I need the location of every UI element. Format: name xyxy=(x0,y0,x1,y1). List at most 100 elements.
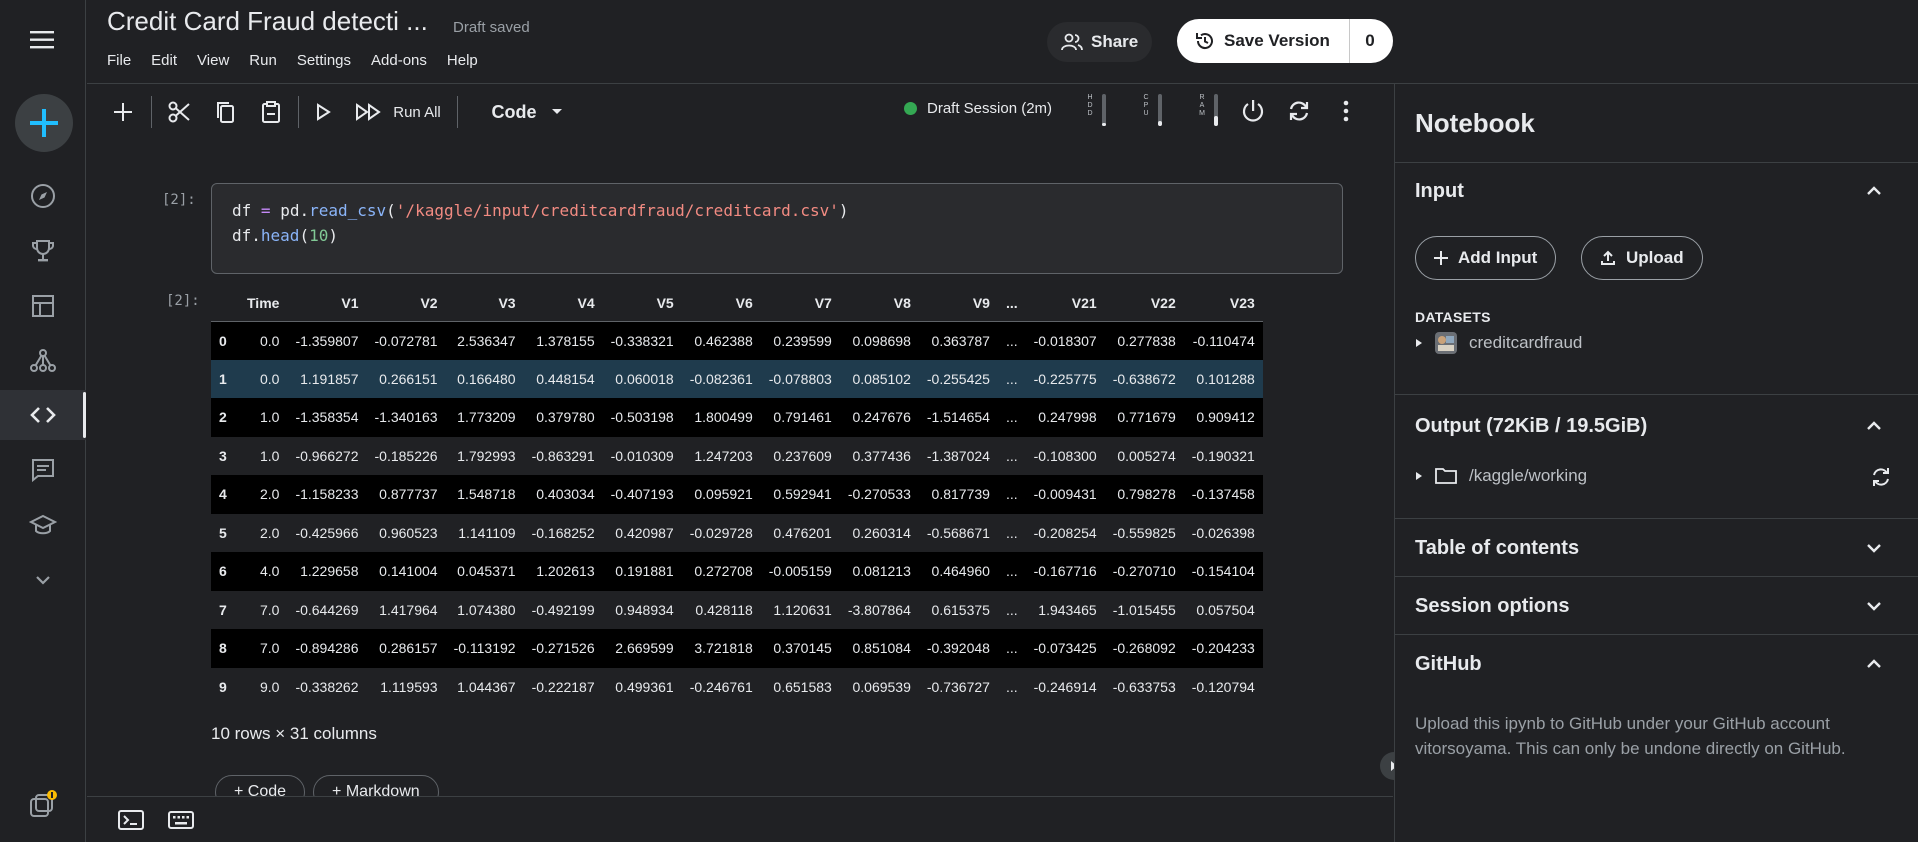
add-cell-icon[interactable] xyxy=(99,92,147,132)
menu-edit[interactable]: Edit xyxy=(151,52,177,69)
table-row[interactable]: 8 7.0 -0.894286 0.286157 -0.113192 -0.271526 2… xyxy=(211,629,1263,668)
notebook-title[interactable]: Credit Card Fraud detecti ... xyxy=(107,6,428,37)
chevron-up-icon[interactable] xyxy=(1865,185,1883,197)
cpu-gauge[interactable]: CPU xyxy=(1142,94,1168,126)
dataframe-output[interactable]: Time V1 V2 V3 V4 V5 V6 V7 V8 V9... V21 V22 V23 0 0.0-… xyxy=(211,285,1343,703)
output-heading[interactable]: Output (72KiB / 19.5GiB) xyxy=(1415,415,1647,438)
table-cell: ... xyxy=(997,359,1026,398)
table-cell: -0.503198 xyxy=(602,398,682,437)
table-index-header xyxy=(211,285,239,322)
code-cell[interactable]: df = pd.read_csv('/kaggle/input/creditca… xyxy=(211,183,1343,274)
table-cell: 0.239599 xyxy=(760,321,840,360)
table-cell: 1.792993 xyxy=(445,436,524,475)
table-row[interactable]: 0 0.0 -1.359807 -0.072781 2.536347 1.378155 -0… xyxy=(211,321,1263,360)
chevron-up-icon[interactable] xyxy=(1865,420,1883,432)
trophy-icon[interactable] xyxy=(0,226,86,276)
table-row[interactable]: 1 0.0 1.191857 0.266151 0.166480 0.448154 0.06… xyxy=(211,359,1263,398)
table-row-index: 9 xyxy=(211,667,239,703)
hamburger-menu-icon[interactable] xyxy=(0,15,86,65)
table-cell: -0.338262 xyxy=(287,667,367,703)
cell-type-dropdown[interactable]: Code xyxy=(472,92,582,132)
hdd-gauge[interactable]: HDD xyxy=(1086,94,1112,126)
toc-section[interactable]: Table of contents xyxy=(1395,518,1918,576)
table-cell: -0.190321 xyxy=(1183,436,1263,475)
learn-icon[interactable] xyxy=(0,500,86,550)
run-all-label: Run All xyxy=(393,103,441,121)
notifications-icon[interactable] xyxy=(0,780,86,830)
table-row-index: 6 xyxy=(211,552,239,591)
menu-view[interactable]: View xyxy=(197,52,229,69)
refresh-icon[interactable] xyxy=(1871,467,1891,487)
table-row[interactable]: 2 1.0 -1.358354 -1.340163 1.773209 0.379780 -0… xyxy=(211,398,1263,437)
output-folder-item[interactable]: /kaggle/working xyxy=(1415,466,1587,486)
table-cell: -0.204233 xyxy=(1183,629,1263,668)
dataset-item[interactable]: creditcardfraud xyxy=(1415,332,1582,354)
menu-addons[interactable]: Add-ons xyxy=(371,52,427,69)
panel-title: Notebook xyxy=(1415,108,1535,138)
input-heading[interactable]: Input xyxy=(1415,180,1464,203)
ram-gauge[interactable]: RAM xyxy=(1198,94,1224,126)
power-icon[interactable] xyxy=(1240,98,1266,124)
paste-icon[interactable] xyxy=(248,92,294,132)
add-markdown-cell-button[interactable]: + Markdown xyxy=(313,775,439,796)
table-row-index: 3 xyxy=(211,436,239,475)
table-cell: -0.407193 xyxy=(602,475,682,514)
save-version-button[interactable]: Save Version 0 xyxy=(1177,19,1393,63)
table-cell: 0.448154 xyxy=(523,359,603,398)
upload-button[interactable]: Upload xyxy=(1581,236,1703,280)
share-label: Share xyxy=(1091,32,1139,51)
cut-icon[interactable] xyxy=(156,92,202,132)
table-column-header: V5 xyxy=(602,285,682,322)
code-icon[interactable] xyxy=(0,390,86,440)
discussion-icon[interactable] xyxy=(0,445,86,495)
models-icon[interactable] xyxy=(0,336,86,386)
table-cell: 0.247998 xyxy=(1025,398,1105,437)
table-cell: -0.208254 xyxy=(1025,513,1105,552)
add-code-cell-button[interactable]: + Code xyxy=(215,775,306,796)
table-cell: 7.0 xyxy=(239,629,288,668)
share-button[interactable]: Share xyxy=(1047,22,1153,62)
menu-settings[interactable]: Settings xyxy=(297,52,351,69)
run-cell-icon[interactable] xyxy=(303,92,343,132)
table-cell: 1.044367 xyxy=(445,667,524,703)
table-row[interactable]: 4 2.0 -1.158233 0.877737 1.548718 0.403034 -0.… xyxy=(211,475,1263,514)
run-all-button[interactable]: Run All xyxy=(343,92,453,132)
add-input-button[interactable]: Add Input xyxy=(1415,236,1557,280)
dataset-name: creditcardfraud xyxy=(1469,333,1583,352)
restart-icon[interactable] xyxy=(1287,99,1311,123)
table-row[interactable]: 9 9.0 -0.338262 1.119593 1.044367 -0.222187 0.… xyxy=(211,667,1263,703)
menu-run[interactable]: Run xyxy=(249,52,277,69)
table-body: 0 0.0 -1.359807 -0.072781 2.536347 1.378155 -0… xyxy=(211,321,1263,703)
console-icon[interactable] xyxy=(117,809,145,831)
table-cell: 0.651583 xyxy=(760,667,840,703)
table-cell: -0.633753 xyxy=(1104,667,1184,703)
datasets-label: DATASETS xyxy=(1415,309,1491,325)
menu-help[interactable]: Help xyxy=(447,52,478,69)
menu-file[interactable]: File xyxy=(107,52,131,69)
github-description: Upload this ipynb to GitHub under your G… xyxy=(1415,714,1846,758)
copy-icon[interactable] xyxy=(202,92,248,132)
table-cell: 7.0 xyxy=(239,590,288,629)
folder-icon xyxy=(1435,468,1457,484)
session-options-section[interactable]: Session options xyxy=(1395,576,1918,634)
menu-bar: File Edit View Run Settings Add-ons Help xyxy=(107,52,478,69)
keyboard-icon[interactable] xyxy=(167,809,195,831)
table-cell: -1.514654 xyxy=(918,398,998,437)
table-cell: -0.029728 xyxy=(681,513,761,552)
session-status[interactable]: Draft Session (2m) xyxy=(904,100,1052,117)
table-row[interactable]: 5 2.0 -0.425966 0.960523 1.141109 -0.168252 0.… xyxy=(211,513,1263,552)
chevron-down-icon[interactable] xyxy=(0,555,86,605)
cell-type-value: Code xyxy=(491,101,537,122)
chevron-up-icon[interactable] xyxy=(1865,658,1883,670)
github-heading[interactable]: GitHub xyxy=(1415,653,1482,676)
table-icon[interactable] xyxy=(0,281,86,331)
compass-icon[interactable] xyxy=(0,171,86,221)
table-row[interactable]: 3 1.0 -0.966272 -0.185226 1.792993 -0.863291-… xyxy=(211,436,1263,475)
table-cell: 0.191881 xyxy=(602,552,682,591)
table-row[interactable]: 7 7.0 -0.644269 1.417964 1.074380 -0.492199 0.… xyxy=(211,590,1263,629)
more-options-icon[interactable] xyxy=(1338,99,1354,123)
table-row[interactable]: 6 4.0 1.229658 0.141004 0.045371 1.202613 0.19… xyxy=(211,552,1263,591)
create-button[interactable] xyxy=(15,94,73,152)
version-count[interactable]: 0 xyxy=(1350,31,1390,51)
table-cell: -0.246914 xyxy=(1025,667,1105,703)
